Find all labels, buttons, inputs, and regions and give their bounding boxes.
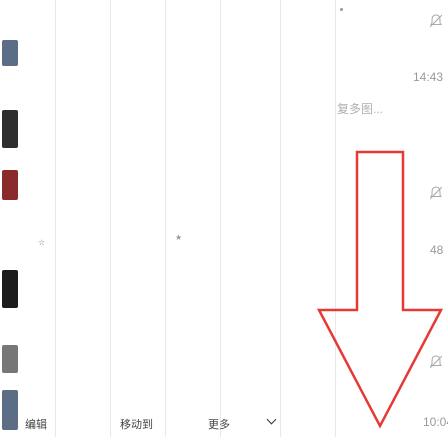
row-divider (220, 0, 221, 437)
row-divider (55, 0, 56, 437)
favorite-star-icon-2[interactable]: ★ (175, 233, 182, 242)
chevron-down-icon[interactable] (266, 414, 277, 425)
edit-button[interactable]: 编辑 (25, 416, 47, 432)
message-preview[interactable]: 复多图... (337, 100, 383, 117)
row-divider (165, 0, 166, 437)
row-divider (280, 0, 281, 437)
status-dot (340, 8, 343, 11)
screen: ☆ ★ 14:43 48 10:04 复多图... 编辑 移动到 更多 (0, 0, 448, 437)
bell-icon[interactable] (430, 14, 442, 28)
row-divider (110, 0, 111, 437)
more-button[interactable]: 更多 (208, 416, 230, 432)
move-to-button[interactable]: 移动到 (120, 416, 153, 432)
thumbnail-3[interactable] (2, 170, 18, 200)
thumbnail-2[interactable] (2, 110, 18, 148)
message-list-strip: ☆ ★ (0, 0, 182, 437)
arrow-down-icon (316, 150, 444, 429)
thumbnail-4[interactable] (2, 270, 18, 308)
thumbnail-1[interactable] (2, 40, 18, 66)
bottom-toolbar: 编辑 移动到 更多 (0, 400, 340, 437)
timestamp-1: 14:43 (413, 70, 444, 84)
favorite-star-icon[interactable]: ☆ (38, 238, 45, 247)
thumbnail-5[interactable] (2, 345, 18, 373)
